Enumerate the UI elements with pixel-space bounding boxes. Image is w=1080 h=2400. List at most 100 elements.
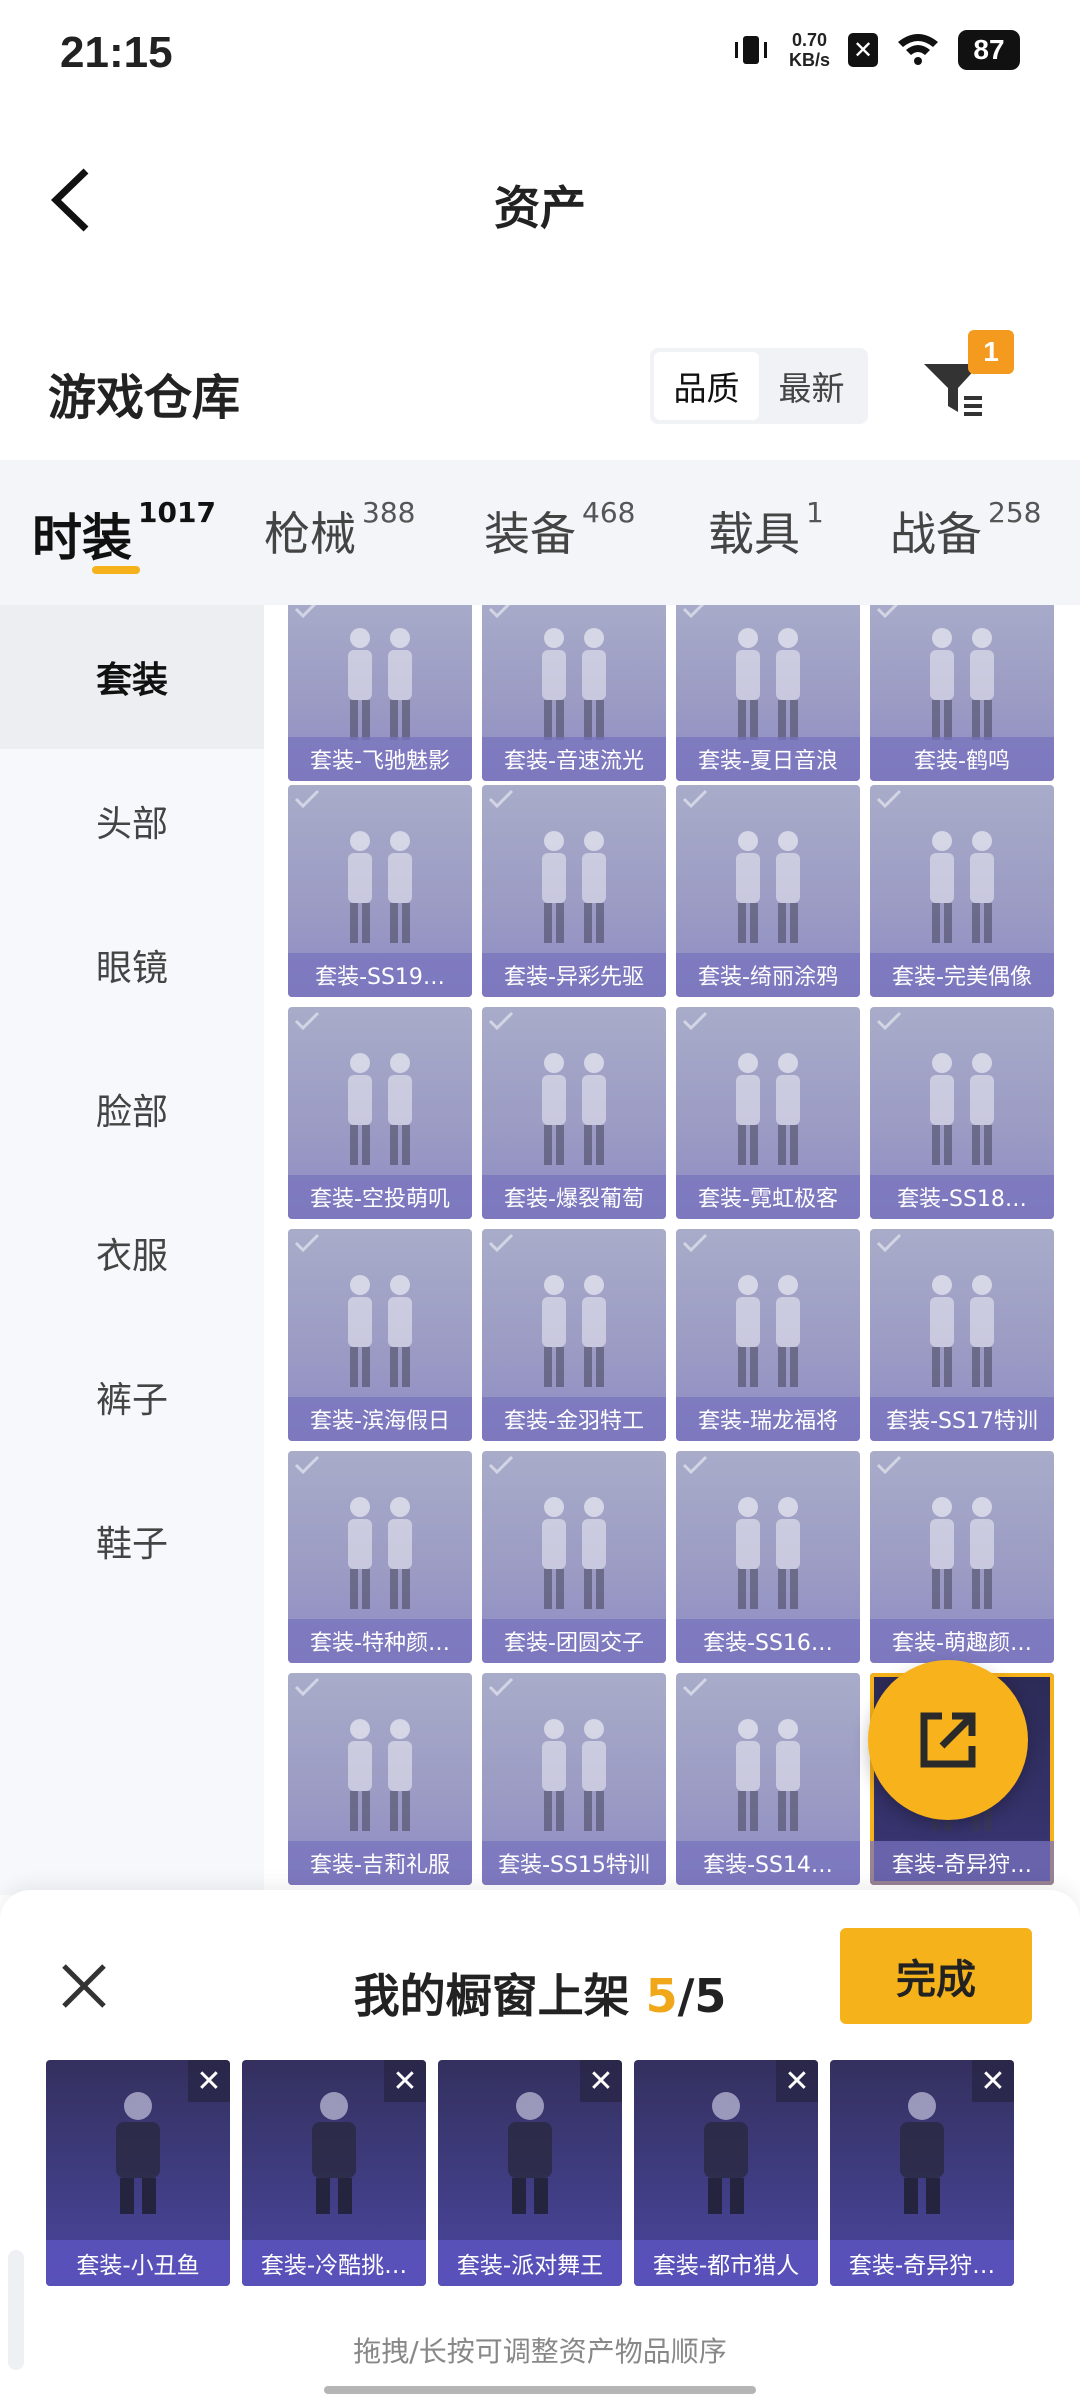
- speed-value: 0.70: [791, 30, 828, 50]
- asset-card[interactable]: 套装-特种颜…: [288, 1451, 472, 1663]
- showcase-item-name: 套装-派对舞王: [438, 2240, 622, 2286]
- tab-label: 载具: [708, 507, 800, 561]
- remove-icon[interactable]: ✕: [384, 2060, 426, 2102]
- asset-card[interactable]: 套装-瑞龙福将: [676, 1229, 860, 1441]
- home-indicator[interactable]: [324, 2386, 756, 2394]
- checkmark-icon: [682, 1677, 708, 1701]
- showcase-item[interactable]: ✕ 套装-冷酷挑…: [242, 2060, 426, 2286]
- asset-card[interactable]: 套装-吉莉礼服: [288, 1673, 472, 1885]
- tab-fashion[interactable]: 时装 1017: [32, 496, 216, 570]
- asset-card[interactable]: 套装-夏日音浪: [676, 605, 860, 781]
- asset-name: 套装-奇异狩…: [870, 1841, 1054, 1885]
- tab-vehicles[interactable]: 载具 1: [708, 496, 824, 564]
- active-tab-indicator: [92, 566, 140, 574]
- checkmark-icon: [682, 1455, 708, 1479]
- checkmark-icon: [876, 1011, 902, 1035]
- showcase-title-text: 我的橱窗上架: [353, 1969, 630, 2023]
- showcase-item[interactable]: ✕ 套装-小丑鱼: [46, 2060, 230, 2286]
- asset-card[interactable]: 套装-异彩先驱: [482, 785, 666, 997]
- status-bar: 21:15 0.70 KB/s ✕ 87: [0, 0, 1080, 110]
- network-speed: 0.70 KB/s: [789, 30, 830, 70]
- tab-label: 战备: [890, 507, 982, 561]
- sidebar-item-pants[interactable]: 裤子: [0, 1325, 264, 1469]
- tab-label: 时装: [32, 509, 132, 567]
- asset-name: 套装-飞驰魅影: [288, 737, 472, 781]
- checkmark-icon: [294, 1455, 320, 1479]
- done-button[interactable]: 完成: [840, 1928, 1032, 2024]
- asset-name: 套装-SS17特训: [870, 1397, 1054, 1441]
- asset-name: 套装-瑞龙福将: [676, 1397, 860, 1441]
- asset-name: 套装-SS18…: [870, 1175, 1054, 1219]
- tab-count: 258: [988, 496, 1042, 529]
- checkmark-icon: [294, 605, 320, 623]
- showcase-max-count: 5: [694, 1969, 727, 2023]
- asset-card[interactable]: 套装-SS17特训: [870, 1229, 1054, 1441]
- checkmark-icon: [294, 789, 320, 813]
- tab-supplies[interactable]: 战备 258: [890, 496, 1042, 564]
- asset-card[interactable]: 套装-SS18…: [870, 1007, 1054, 1219]
- sidebar-item-outfits[interactable]: 套装: [0, 605, 264, 749]
- asset-name: 套装-绮丽涂鸦: [676, 953, 860, 997]
- remove-icon[interactable]: ✕: [776, 2060, 818, 2102]
- showcase-item[interactable]: ✕ 套装-奇异狩…: [830, 2060, 1014, 2286]
- asset-card[interactable]: 套装-鹤鸣: [870, 605, 1054, 781]
- asset-name: 套装-异彩先驱: [482, 953, 666, 997]
- remove-icon[interactable]: ✕: [972, 2060, 1014, 2102]
- checkmark-icon: [682, 789, 708, 813]
- share-icon: [920, 1712, 976, 1768]
- showcase-separator: /: [677, 1969, 695, 2023]
- category-sidebar: 套装 头部 眼镜 脸部 衣服 裤子 鞋子: [0, 605, 264, 1895]
- asset-name: 套装-鹤鸣: [870, 737, 1054, 781]
- asset-name: 套装-爆裂葡萄: [482, 1175, 666, 1219]
- asset-card[interactable]: 套装-空投萌叽: [288, 1007, 472, 1219]
- sidebar-item-head[interactable]: 头部: [0, 749, 264, 893]
- sort-newest[interactable]: 最新: [759, 352, 864, 420]
- asset-card[interactable]: 套装-团圆交子: [482, 1451, 666, 1663]
- sidebar-item-shoes[interactable]: 鞋子: [0, 1469, 264, 1613]
- warehouse-title: 游戏仓库: [48, 370, 241, 426]
- wifi-icon: [896, 30, 940, 70]
- asset-card[interactable]: 套装-金羽特工: [482, 1229, 666, 1441]
- showcase-sheet: 我的橱窗上架 5/5 完成 ✕ 套装-小丑鱼 ✕ 套装-冷酷挑… ✕ 套装-派对舞王 ✕ 套装…: [0, 1890, 1080, 2400]
- category-tabs: 时装 1017 枪械 388 装备 468 载具 1 战备 258: [0, 460, 1080, 605]
- remove-icon[interactable]: ✕: [580, 2060, 622, 2102]
- checkmark-icon: [682, 1011, 708, 1035]
- checkmark-icon: [488, 1233, 514, 1257]
- reorder-hint: 拖拽/长按可调整资产物品顺序: [353, 2335, 727, 2368]
- share-button[interactable]: [868, 1660, 1028, 1820]
- sort-toggle: 品质 最新: [650, 348, 868, 424]
- asset-name: 套装-霓虹极客: [676, 1175, 860, 1219]
- showcase-item-name: 套装-冷酷挑…: [242, 2240, 426, 2286]
- sidebar-item-glasses[interactable]: 眼镜: [0, 893, 264, 1037]
- tab-label: 装备: [484, 507, 576, 561]
- asset-card[interactable]: 套装-SS19…: [288, 785, 472, 997]
- tab-firearms[interactable]: 枪械 388: [264, 496, 415, 564]
- asset-name: 套装-吉莉礼服: [288, 1841, 472, 1885]
- asset-name: 套装-特种颜…: [288, 1619, 472, 1663]
- asset-card[interactable]: 套装-爆裂葡萄: [482, 1007, 666, 1219]
- asset-name: 套装-SS16…: [676, 1619, 860, 1663]
- asset-card[interactable]: 套装-SS16…: [676, 1451, 860, 1663]
- asset-card[interactable]: 套装-SS14…: [676, 1673, 860, 1885]
- asset-name: 套装-SS14…: [676, 1841, 860, 1885]
- showcase-item[interactable]: ✕ 套装-派对舞王: [438, 2060, 622, 2286]
- checkmark-icon: [876, 1233, 902, 1257]
- checkmark-icon: [294, 1677, 320, 1701]
- asset-card[interactable]: 套装-SS15特训: [482, 1673, 666, 1885]
- remove-icon[interactable]: ✕: [188, 2060, 230, 2102]
- asset-card[interactable]: 套装-绮丽涂鸦: [676, 785, 860, 997]
- sidebar-item-clothes[interactable]: 衣服: [0, 1181, 264, 1325]
- asset-card[interactable]: 套装-萌趣颜…: [870, 1451, 1054, 1663]
- asset-card[interactable]: 套装-飞驰魅影: [288, 605, 472, 781]
- sort-quality[interactable]: 品质: [654, 352, 759, 420]
- asset-name: 套装-滨海假日: [288, 1397, 472, 1441]
- asset-card[interactable]: 套装-霓虹极客: [676, 1007, 860, 1219]
- asset-card[interactable]: 套装-音速流光: [482, 605, 666, 781]
- sidebar-item-face[interactable]: 脸部: [0, 1037, 264, 1181]
- asset-card[interactable]: 套装-滨海假日: [288, 1229, 472, 1441]
- tab-label: 枪械: [264, 507, 356, 561]
- tab-equipment[interactable]: 装备 468: [484, 496, 635, 564]
- checkmark-icon: [488, 1677, 514, 1701]
- showcase-item[interactable]: ✕ 套装-都市猎人: [634, 2060, 818, 2286]
- asset-card[interactable]: 套装-完美偶像: [870, 785, 1054, 997]
